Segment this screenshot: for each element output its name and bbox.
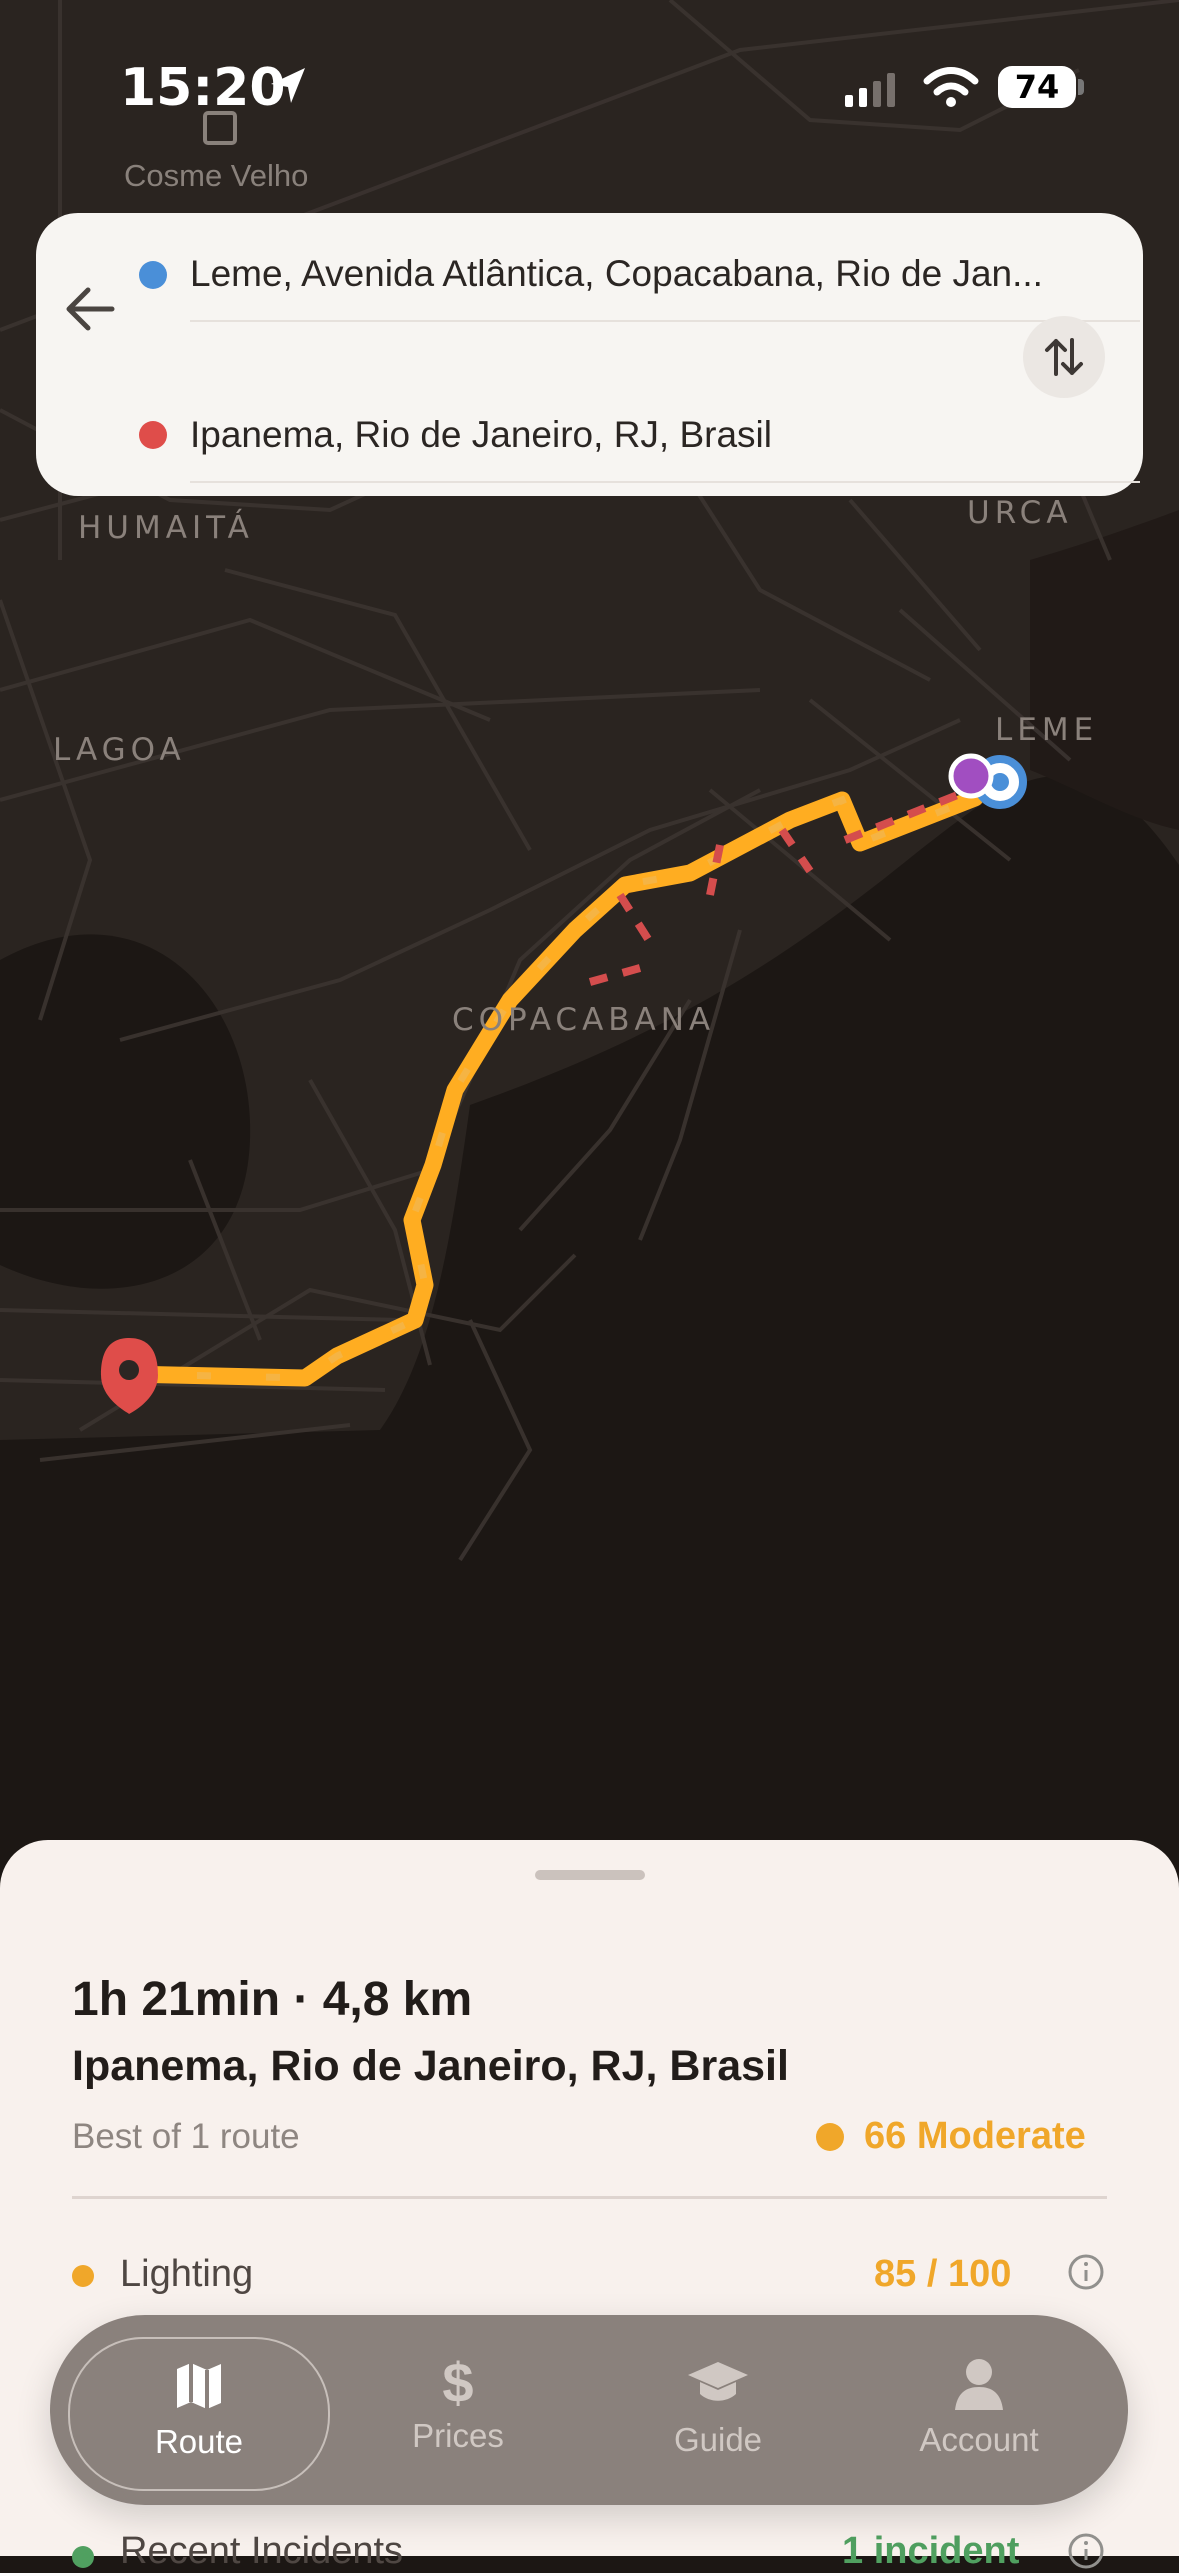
incidents-dot-icon [72, 2546, 94, 2568]
rating-dot-icon [816, 2123, 844, 2151]
tab-account[interactable]: Account [850, 2337, 1108, 2487]
lighting-dot-icon [72, 2265, 94, 2287]
lighting-label: Lighting [120, 2253, 254, 2295]
tab-account-label: Account [919, 2421, 1039, 2458]
back-arrow-icon[interactable] [61, 279, 121, 339]
safety-rating: 66 Moderate [864, 2115, 1086, 2157]
map-label-lagoa: LAGOA [53, 732, 186, 768]
location-arrow-icon [271, 68, 305, 103]
destination-pin-center [119, 1360, 139, 1380]
origin-field[interactable]: Leme, Avenida Atlântica, Copacabana, Rio… [190, 228, 1140, 322]
tab-prices-label: Prices [412, 2417, 504, 2454]
route-search-card: Leme, Avenida Atlântica, Copacabana, Rio… [36, 213, 1143, 496]
duration-distance: 1h 21min · 4,8 km [72, 1973, 473, 2026]
route-count: Best of 1 route [72, 2117, 300, 2156]
origin-dot-icon [139, 261, 167, 289]
signal-icon [845, 73, 895, 107]
incidents-label: Recent Incidents [120, 2530, 404, 2572]
map-icon [177, 2363, 221, 2409]
person-icon [955, 2359, 1003, 2410]
current-location-marker[interactable] [948, 753, 994, 799]
tab-prices[interactable]: $ Prices [329, 2337, 587, 2487]
map-label-copacabana: COPACABANA [452, 1002, 716, 1038]
map-label-humaita: HUMAITÁ [78, 510, 254, 546]
tab-guide-label: Guide [673, 2421, 763, 2458]
tab-route[interactable]: Route [68, 2337, 330, 2491]
map-label-urca: URCA [967, 495, 1073, 531]
dollar-icon: $ [442, 2351, 474, 2414]
lighting-value: 85 / 100 [874, 2253, 1012, 2295]
swap-icon [1045, 338, 1083, 376]
info-icon[interactable] [1067, 2253, 1105, 2291]
destination-field[interactable]: Ipanema, Rio de Janeiro, RJ, Brasil [190, 389, 1140, 483]
summary-destination: Ipanema, Rio de Janeiro, RJ, Brasil [72, 2042, 789, 2090]
bottom-tab-bar: Route $ Prices Guide Account [50, 2315, 1128, 2505]
tab-guide[interactable]: Guide [589, 2337, 847, 2487]
swap-button[interactable] [1023, 316, 1105, 398]
sheet-handle[interactable] [535, 1870, 645, 1880]
station-label: Cosme Velho [124, 158, 309, 193]
map-label-leme: LEME [995, 712, 1099, 748]
graduation-cap-icon [688, 2362, 748, 2401]
incidents-value: 1 incident [842, 2530, 1020, 2572]
battery-icon: 74 [998, 66, 1076, 108]
summary-divider [72, 2196, 1107, 2199]
wifi-icon [923, 67, 979, 107]
info-icon[interactable] [1067, 2532, 1105, 2570]
destination-dot-icon [139, 421, 167, 449]
time: 15:20 [120, 58, 286, 118]
tab-route-label: Route [154, 2423, 244, 2460]
battery-cap [1078, 79, 1084, 95]
origin-marker-center [991, 773, 1009, 791]
